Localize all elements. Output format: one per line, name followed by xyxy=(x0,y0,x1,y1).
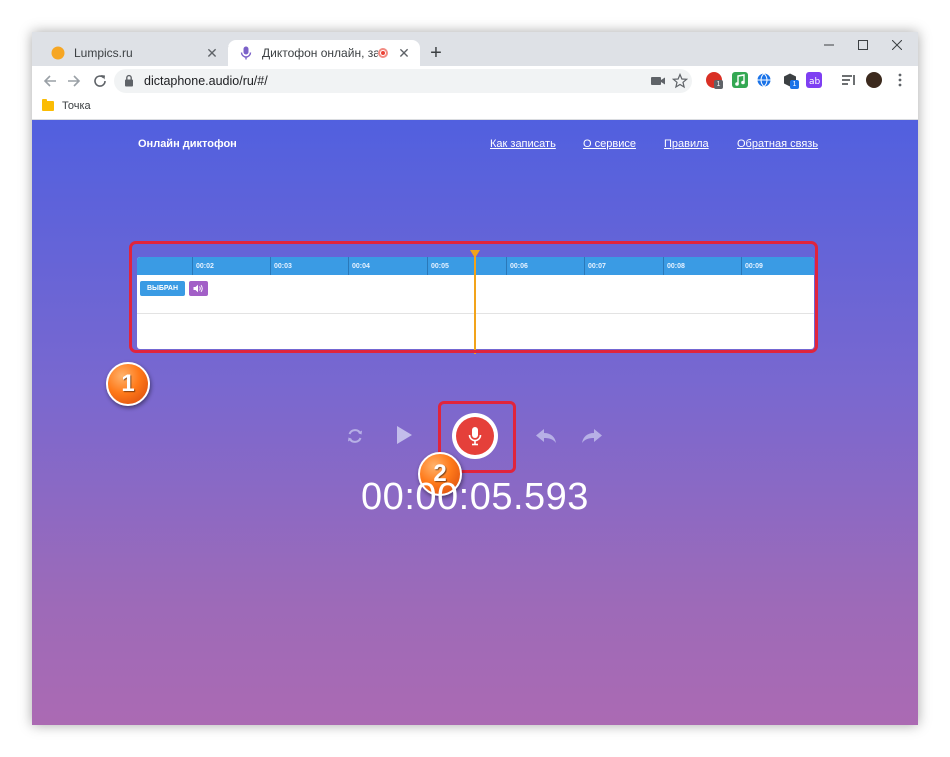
nav-about[interactable]: О сервисе xyxy=(583,138,636,150)
nav-rules[interactable]: Правила xyxy=(664,138,709,150)
tab-title: Диктофон онлайн, записать xyxy=(262,46,378,60)
avatar[interactable] xyxy=(866,72,882,88)
nav-feedback[interactable]: Обратная связь xyxy=(737,138,818,150)
opera-extension-icon[interactable]: 1 xyxy=(706,72,723,89)
recording-timer: 00:00:05.593 xyxy=(361,476,589,518)
nav-how-to-record[interactable]: Как записать xyxy=(490,138,556,150)
close-icon[interactable] xyxy=(876,32,918,58)
refresh-icon[interactable] xyxy=(344,425,366,447)
url-text: dictaphone.audio/ru/#/ xyxy=(144,74,268,88)
bookmarks-bar: Точка xyxy=(32,96,918,120)
microphone-icon xyxy=(238,45,254,61)
callout-badge-1: 1 xyxy=(106,362,150,406)
back-icon[interactable] xyxy=(38,68,62,94)
redo-icon[interactable] xyxy=(580,425,604,447)
timeline-highlight-frame xyxy=(129,241,818,353)
tab-dictaphone[interactable]: Диктофон онлайн, записать ✕ xyxy=(228,40,420,66)
close-tab-icon[interactable]: ✕ xyxy=(204,45,220,61)
bookmark-tochka[interactable]: Точка xyxy=(42,99,91,112)
browser-toolbar: dictaphone.audio/ru/#/ 1 1 ab xyxy=(32,66,918,96)
reload-icon[interactable] xyxy=(88,68,112,94)
cube-extension-icon[interactable]: 1 xyxy=(782,72,799,89)
star-icon[interactable] xyxy=(671,72,689,89)
new-tab-button[interactable]: + xyxy=(424,42,448,66)
microphone-icon xyxy=(468,427,482,446)
music-extension-icon[interactable] xyxy=(732,72,748,88)
globe-extension-icon[interactable] xyxy=(756,72,772,88)
tab-lumpics[interactable]: Lumpics.ru ✕ xyxy=(40,40,228,66)
site-brand[interactable]: Онлайн диктофон xyxy=(138,138,237,150)
undo-icon[interactable] xyxy=(534,425,558,447)
recording-indicator-icon xyxy=(378,48,388,58)
folder-icon xyxy=(42,99,54,111)
browser-window: Lumpics.ru ✕ Диктофон онлайн, записать ✕… xyxy=(32,32,918,725)
bookmark-label: Точка xyxy=(62,100,91,112)
reading-list-icon[interactable] xyxy=(840,72,856,88)
page-content: Онлайн диктофон Как записать О сервисе П… xyxy=(32,120,918,725)
tab-title: Lumpics.ru xyxy=(74,46,133,60)
camera-icon[interactable] xyxy=(650,73,666,89)
address-bar[interactable]: dictaphone.audio/ru/#/ xyxy=(114,69,692,93)
lock-icon[interactable] xyxy=(124,74,134,92)
menu-dots-icon[interactable] xyxy=(892,72,908,88)
svg-text:ab: ab xyxy=(809,77,821,87)
play-icon[interactable] xyxy=(392,422,416,448)
record-button[interactable] xyxy=(452,413,498,459)
close-tab-icon[interactable]: ✕ xyxy=(396,45,412,61)
record-button-inner xyxy=(456,417,494,455)
forward-icon[interactable] xyxy=(62,68,86,94)
purple-extension-icon[interactable]: ab xyxy=(806,72,822,88)
orange-circle-icon xyxy=(50,45,66,61)
tab-strip: Lumpics.ru ✕ Диктофон онлайн, записать ✕… xyxy=(32,32,918,66)
